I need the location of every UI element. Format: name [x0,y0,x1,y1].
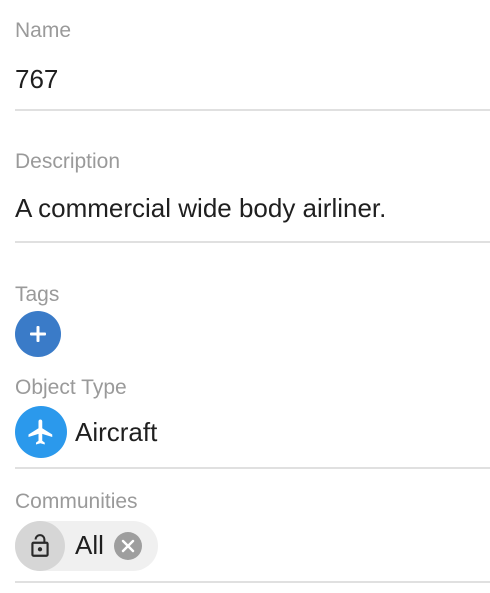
chip-remove-button[interactable] [114,532,142,560]
chip-avatar [15,521,65,571]
description-divider [15,241,490,243]
object-type-value: Aircraft [75,417,158,447]
name-divider [15,109,490,111]
description-label: Description [15,150,121,173]
name-value[interactable]: 767 [15,66,58,92]
name-label: Name [15,19,72,42]
communities-label: Communities [15,490,138,513]
airplane-icon [28,419,53,445]
object-type-avatar [15,406,67,458]
object-type-divider [15,467,490,469]
tags-label: Tags [15,283,60,306]
description-value[interactable]: A commercial wide body airliner. [15,195,386,221]
plus-icon [30,326,46,342]
object-type-label: Object Type [15,376,127,399]
communities-divider [15,581,490,583]
community-chip-all[interactable]: All [15,521,158,571]
lock-icon [31,534,49,557]
add-tag-button[interactable] [15,311,61,357]
close-icon [121,539,135,553]
chip-label: All [75,530,104,560]
